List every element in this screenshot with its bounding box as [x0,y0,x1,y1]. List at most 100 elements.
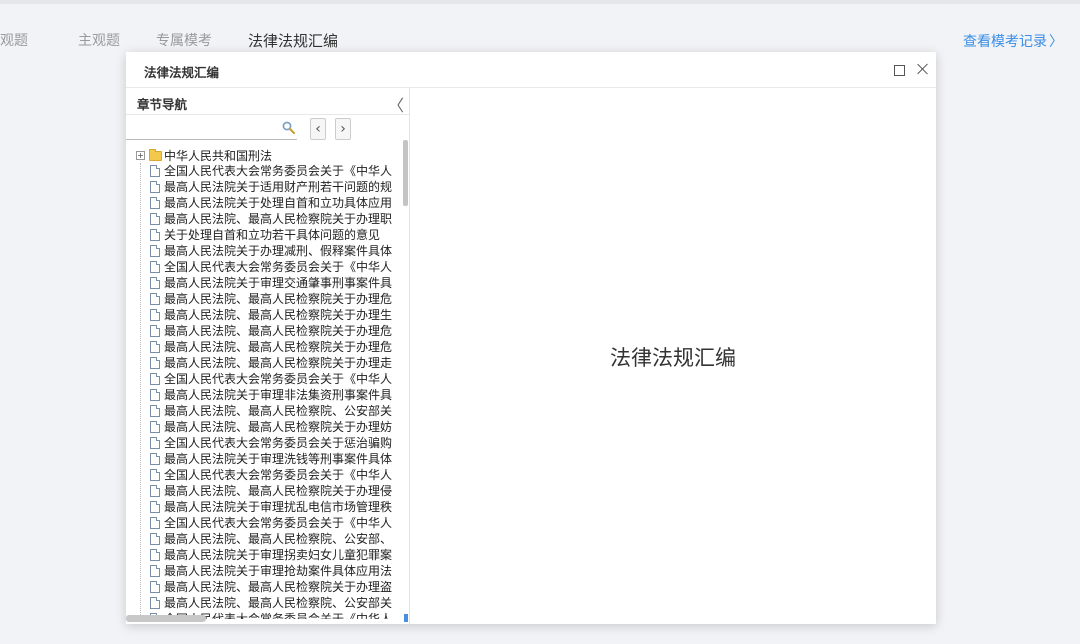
dialog-header: 法律法规汇编 [126,52,936,88]
tree-item-label: 最高人民法院、最高人民检察院、公安部、 [164,532,393,546]
document-icon [150,309,160,321]
tree-item-label: 最高人民法院、最高人民检察院关于办理危 [164,292,393,306]
tree-item-label: 最高人民法院、最高人民检察院关于办理职 [164,212,393,226]
tree-item[interactable]: 最高人民法院关于审理扰乱电信市场管理秩 [134,499,404,515]
document-icon [150,213,160,225]
tree-item-label: 最高人民法院关于审理洗钱等刑事案件具体 [164,452,393,466]
document-icon [150,501,160,513]
tree-item[interactable]: 最高人民法院、最高人民检察院关于办理危 [134,291,404,307]
tree-vertical-scrollbar[interactable] [403,140,408,624]
tree-item[interactable]: 全国人民代表大会常务委员会关于《中华人 [134,515,404,531]
document-icon [150,325,160,337]
expand-toggle-icon[interactable]: + [136,151,145,160]
tree-item-label: 全国人民代表大会常务委员会关于惩治骗购 [164,436,393,450]
tab-law-compilation[interactable]: 法律法规汇编 [248,30,338,51]
tree-item[interactable]: 最高人民法院、最高人民检察院、公安部关 [134,595,404,611]
document-icon [150,165,160,177]
document-icon [150,549,160,561]
top-border [0,0,1080,4]
document-icon [150,341,160,353]
view-mock-history-link[interactable]: 查看模考记录〉 [963,31,1063,51]
tree-item[interactable]: 最高人民法院、最高人民检察院关于办理危 [134,323,404,339]
tree-item[interactable]: 最高人民法院、最高人民检察院关于办理盗 [134,579,404,595]
tree-item-label: 全国人民代表大会常务委员会关于《中华人 [164,164,393,178]
tree-item[interactable]: 全国人民代表大会常务委员会关于惩治骗购 [134,435,404,451]
collapse-nav-button[interactable]: 〈 [388,92,404,116]
tree-item-label: 最高人民法院关于审理扰乱电信市场管理秩 [164,500,393,514]
tree-item-label: 最高人民法院关于审理交通肇事刑事案件具 [164,276,393,290]
next-match-button[interactable]: › [335,118,351,140]
tab-exclusive-mock[interactable]: 专属模考 [156,30,212,50]
nav-divider [126,114,409,115]
vertical-scroll-thumb[interactable] [403,140,408,206]
prev-match-button[interactable]: ‹ [310,118,326,140]
tree-item-label: 最高人民法院、最高人民检察院关于办理危 [164,340,393,354]
tree-item[interactable]: 最高人民法院关于办理减刑、假释案件具体 [134,243,404,259]
tree-item[interactable]: 最高人民法院、最高人民检察院关于办理走 [134,355,404,371]
tree-item-label: 最高人民法院、最高人民检察院关于办理盗 [164,580,393,594]
law-compilation-dialog: 法律法规汇编 章节导航 〈 ‹ › + 中华人民共和国刑法 全国人民代表大会常务… [126,52,936,624]
tree-item[interactable]: 最高人民法院、最高人民检察院关于办理生 [134,307,404,323]
tree-root-label: 中华人民共和国刑法 [164,149,273,163]
tree-item[interactable]: 全国人民代表大会常务委员会关于《中华人 [134,259,404,275]
tree-item[interactable]: 最高人民法院关于审理拐卖妇女儿童犯罪案 [134,547,404,563]
document-icon [150,517,160,529]
tree-item[interactable]: 最高人民法院、最高人民检察院关于办理妨 [134,419,404,435]
tree-item-label: 最高人民法院、最高人民检察院关于办理生 [164,308,393,322]
tree-item-label: 全国人民代表大会常务委员会关于《中华人 [164,372,393,386]
chevron-left-icon: ‹ [315,121,321,137]
content-title: 法律法规汇编 [610,346,736,370]
tree-item[interactable]: 最高人民法院、最高人民检察院关于办理侵 [134,483,404,499]
maximize-button[interactable] [890,60,908,78]
tree-item-label: 最高人民法院、最高人民检察院、公安部关 [164,404,393,418]
tree-item[interactable]: 关于处理自首和立功若干具体问题的意见 [134,227,404,243]
tree-item-label: 全国人民代表大会常务委员会关于《中华人 [164,468,393,482]
search-icon[interactable] [282,121,295,134]
document-icon [150,405,160,417]
document-icon [150,421,160,433]
tree-item[interactable]: 最高人民法院、最高人民检察院、公安部关 [134,403,404,419]
tree-item[interactable]: 最高人民法院关于审理交通肇事刑事案件具 [134,275,404,291]
tree-item[interactable]: 最高人民法院、最高人民检察院关于办理危 [134,339,404,355]
tree-item[interactable]: 最高人民法院关于审理非法集资刑事案件具 [134,387,404,403]
scroll-position-marker [404,614,408,622]
content-pane: 法律法规汇编 [410,88,936,624]
document-icon [150,469,160,481]
tree-item-label: 最高人民法院关于审理抢劫案件具体应用法 [164,564,393,578]
folder-icon [149,149,162,161]
close-button[interactable] [914,60,932,78]
tree-item[interactable]: 全国人民代表大会常务委员会关于《中华人 [134,371,404,387]
tree-item[interactable]: 全国人民代表大会常务委员会关于《中华人 [134,467,404,483]
document-icon [150,389,160,401]
document-icon [150,533,160,545]
tab-subjective[interactable]: 主观题 [78,30,120,50]
tree-item-label: 最高人民法院、最高人民检察院关于办理侵 [164,484,393,498]
document-icon [150,597,160,609]
tab-objective[interactable]: 客观题 [0,30,28,50]
dialog-title: 法律法规汇编 [144,65,220,80]
tree-item[interactable]: 最高人民法院关于适用财产刑若干问题的规 [134,179,404,195]
document-icon [150,197,160,209]
tree-item[interactable]: 最高人民法院、最高人民检察院关于办理职 [134,211,404,227]
tree-item[interactable]: 最高人民法院、最高人民检察院、公安部、 [134,531,404,547]
tree-item[interactable]: 最高人民法院关于处理自首和立功具体应用 [134,195,404,211]
tree-item[interactable]: 最高人民法院关于审理洗钱等刑事案件具体 [134,451,404,467]
tree-item-label: 关于处理自首和立功若干具体问题的意见 [164,228,381,242]
document-icon [150,485,160,497]
nav-title: 章节导航 [137,97,188,112]
square-icon [894,65,905,76]
tree-item[interactable]: 全国人民代表大会常务委员会关于《中华人 [134,163,404,179]
document-icon [150,277,160,289]
document-icon [150,245,160,257]
chapter-navigation-pane: 章节导航 〈 ‹ › + 中华人民共和国刑法 全国人民代表大会常务委员会关于《中… [126,88,410,624]
chapter-tree: + 中华人民共和国刑法 全国人民代表大会常务委员会关于《中华人 最高人民法院关于适… [134,147,404,619]
document-icon [150,293,160,305]
tree-item-list: 全国人民代表大会常务委员会关于《中华人 最高人民法院关于适用财产刑若干问题的规 最高… [134,163,404,619]
tree-item[interactable]: 最高人民法院关于审理抢劫案件具体应用法 [134,563,404,579]
tree-item-label: 全国人民代表大会常务委员会关于《中华人 [164,260,393,274]
history-link-label: 查看模考记录 [963,34,1047,50]
tree-item-label: 最高人民法院关于审理拐卖妇女儿童犯罪案 [164,548,393,562]
tree-item-label: 最高人民法院、最高人民检察院关于办理妨 [164,420,393,434]
tree-horizontal-scrollbar[interactable] [126,615,206,622]
search-input[interactable] [126,139,297,140]
